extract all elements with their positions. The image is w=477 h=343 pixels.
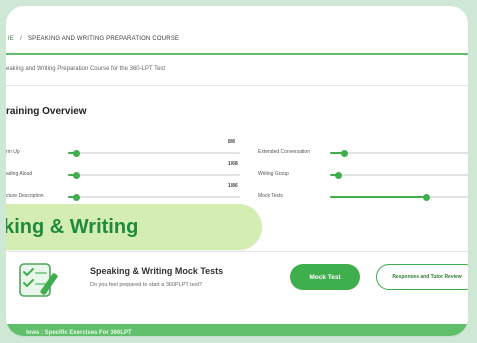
progress-fill [330,196,427,198]
progress-handle [423,193,431,201]
mock-divider [6,251,468,252]
footer-bar: lows : Specific Exercises For 360LPT [6,324,468,336]
section-divider [6,85,468,86]
progress-count: 8/8 [228,139,235,145]
progress-label: Extended Conversation [258,149,310,155]
header-divider [6,53,468,55]
mock-tests-title: Speaking & Writing Mock Tests [90,266,224,276]
course-badge-text: aking & Writing [6,215,139,238]
progress-label: Writing Group [258,171,289,177]
progress-track [330,171,468,179]
progress-row-mock-tests[interactable]: Mock Tests [258,191,468,203]
progress-track [68,149,240,157]
progress-handle [334,171,342,179]
breadcrumb-separator: / [20,36,22,42]
progress-handle [73,193,81,201]
breadcrumb-parent[interactable]: IE [8,36,14,42]
checklist-icon [19,263,58,297]
progress-row-warm-up[interactable]: rm Up 8/8 [6,139,241,159]
footer-text: lows : Specific Exercises For 360LPT [26,330,132,336]
breadcrumb-current: SPEAKING AND WRITING PREPARATION COURSE [27,36,180,42]
breadcrumb: IE / SPEAKING AND WRITING PREPARATION CO… [6,26,468,52]
progress-label: Mock Tests [258,193,283,199]
course-badge: aking & Writing [6,204,262,250]
progress-handle [73,171,81,179]
progress-handle [340,149,348,157]
progress-row-extended-conversation[interactable]: Extended Conversation [258,147,468,159]
progress-handle [73,149,81,157]
progress-label: cture Description [6,193,44,199]
progress-track [330,149,468,157]
progress-row-picture-description[interactable]: cture Description 1/86 [6,183,241,203]
progress-track [68,171,240,179]
app-window: IE / SPEAKING AND WRITING PREPARATION CO… [6,6,468,336]
progress-row-reading-aloud[interactable]: ading Aloud 1/68 [6,161,241,181]
progress-row-writing-group[interactable]: Writing Group [258,169,468,181]
progress-track [330,193,468,201]
training-overview-title: raining Overview [6,106,87,117]
progress-count: 1/68 [228,161,238,167]
progress-track [68,193,240,201]
mock-test-button[interactable]: Mock Test [290,264,360,290]
responses-review-button[interactable]: Responses and Tutor Review [376,264,468,290]
progress-count: 1/86 [228,183,238,189]
progress-label: ading Aloud [6,171,33,177]
course-description: eaking and Writing Preparation Course fo… [6,66,166,72]
progress-label: rm Up [6,149,20,155]
mock-tests-subtitle: Do you feel prepared to start a 360PLPT … [90,282,203,288]
